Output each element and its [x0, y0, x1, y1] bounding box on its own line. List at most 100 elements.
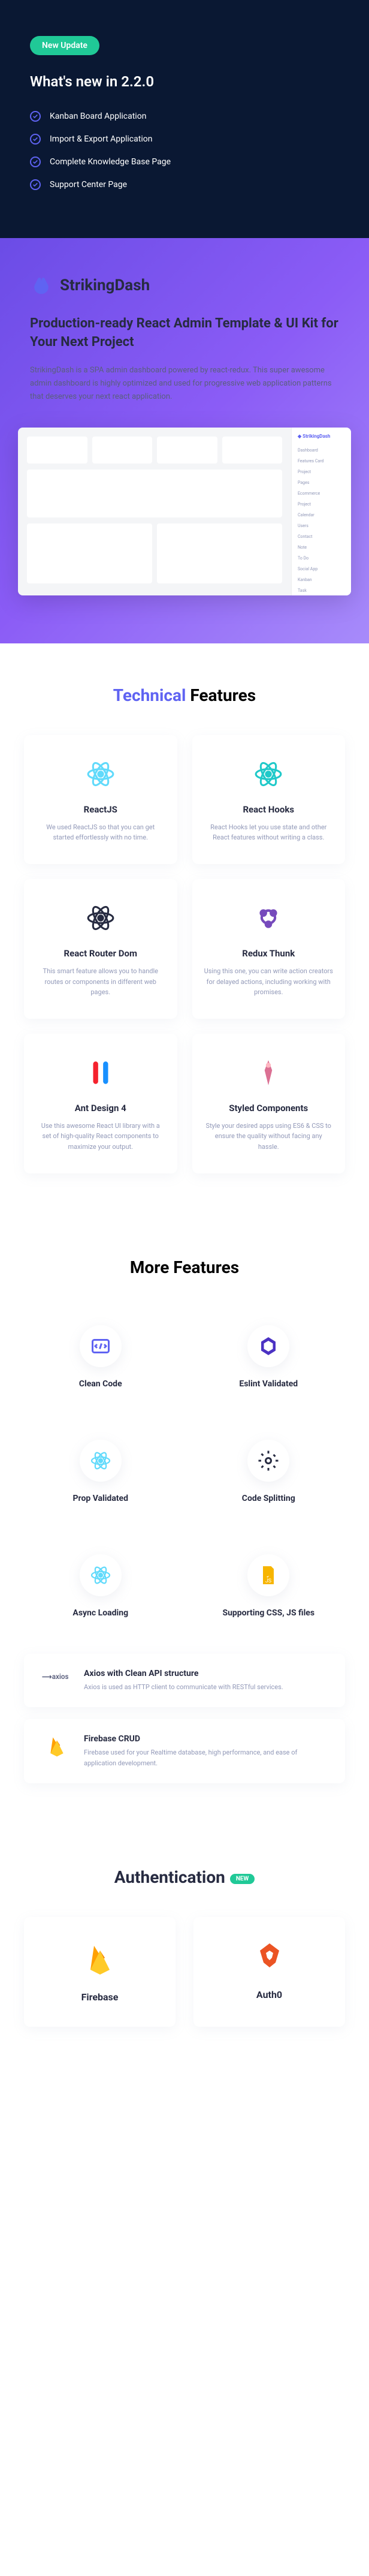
authentication-section: AuthenticationNEW Firebase Auth0 [0, 1837, 369, 2069]
logo-row: StrikingDash [0, 274, 369, 297]
wide-feature-card: Firebase CRUD Firebase used for your Real… [24, 1719, 345, 1783]
more-feature-card: Async Loading [24, 1536, 177, 1636]
section-title: AuthenticationNEW [24, 1867, 345, 1887]
preview-menu-item: Note [298, 542, 345, 553]
feature-desc: Using this one, you can write action cre… [204, 966, 334, 998]
list-item: Complete Knowledge Base Page [30, 151, 339, 173]
whats-new-list: Kanban Board Application Import & Export… [30, 105, 339, 196]
item-label: Import & Export Application [50, 134, 152, 144]
preview-menu-item: Task [298, 585, 345, 595]
feature-desc: This smart feature allows you to handle … [36, 966, 165, 998]
preview-menu-item: Ecommerce [298, 488, 345, 499]
more-features-section: More Features Clean Code Eslint Validated… [0, 1215, 369, 1838]
feature-card: ReactJS We used ReactJS so that you can g… [24, 735, 177, 864]
auth-title: Firebase [36, 1991, 164, 2003]
feature-desc: Axios is used as HTTP client to communic… [84, 1682, 283, 1693]
feature-title: React Router Dom [36, 948, 165, 959]
preview-menu-item: Users [298, 520, 345, 531]
feature-icon [247, 1440, 289, 1482]
feature-icon [80, 1554, 122, 1596]
preview-menu-item: Dashboard [298, 445, 345, 456]
preview-menu-item: Project [298, 467, 345, 477]
feature-title: Code Splitting [201, 1494, 337, 1503]
check-icon [30, 111, 41, 122]
preview-menu-item: To Do [298, 553, 345, 564]
svg-text:⟶axios: ⟶axios [42, 1672, 69, 1681]
feature-card: Styled Components Style your desired apps… [192, 1034, 346, 1173]
check-icon [30, 134, 41, 145]
auth-icon [205, 1941, 333, 1977]
feature-icon [83, 1055, 119, 1091]
list-item: Kanban Board Application [30, 105, 339, 128]
feature-card: React Hooks React Hooks let you use state… [192, 735, 346, 864]
feature-title: Prop Validated [33, 1494, 168, 1503]
preview-menu-item: Contact [298, 531, 345, 542]
feature-desc: Use this awesome React UI library with a… [36, 1121, 165, 1152]
auth-card: Firebase [24, 1917, 176, 2027]
check-icon [30, 157, 41, 167]
list-item: Support Center Page [30, 173, 339, 196]
more-feature-card: Code Splitting [192, 1422, 346, 1521]
feature-title: Eslint Validated [201, 1379, 337, 1389]
feature-icon [42, 1734, 72, 1758]
feature-icon [250, 756, 286, 792]
preview-menu-item: Calendar [298, 510, 345, 520]
feature-title: Firebase CRUD [84, 1734, 327, 1744]
preview-menu-item: Social App [298, 564, 345, 574]
auth-card: Auth0 [193, 1917, 345, 2027]
feature-title: Redux Thunk [204, 948, 334, 959]
feature-title: ReactJS [36, 804, 165, 815]
preview-menu-item: Kanban [298, 574, 345, 585]
section-title: Technical Features [24, 685, 345, 705]
feature-title: Ant Design 4 [36, 1103, 165, 1114]
product-description: StrikingDash is a SPA admin dashboard po… [0, 364, 369, 404]
feature-title: Clean Code [33, 1379, 168, 1389]
feature-card: Ant Design 4 Use this awesome React UI li… [24, 1034, 177, 1173]
preview-logo: ◆ StrikingDash [298, 434, 345, 439]
svg-text:JS: JS [265, 1578, 271, 1584]
more-feature-card: Clean Code [24, 1307, 177, 1407]
auth-icon [36, 1941, 164, 1979]
feature-icon [80, 1440, 122, 1482]
hero-title: What's new in 2.2.0 [30, 73, 339, 90]
section-title: More Features [24, 1257, 345, 1277]
more-feature-card: Eslint Validated [192, 1307, 346, 1407]
feature-icon: ⟶axios [42, 1669, 72, 1683]
more-feature-card: Prop Validated [24, 1422, 177, 1521]
feature-title: React Hooks [204, 804, 334, 815]
strikingdash-logo-icon [30, 274, 53, 297]
wide-feature-card: ⟶axios Axios with Clean API structure Axio… [24, 1654, 345, 1708]
item-label: Complete Knowledge Base Page [50, 157, 171, 167]
feature-title: Axios with Clean API structure [84, 1669, 283, 1678]
item-label: Support Center Page [50, 180, 127, 189]
logo-text: StrikingDash [60, 276, 150, 294]
feature-title: Supporting CSS, JS files [201, 1608, 337, 1618]
feature-desc: Firebase used for your Realtime database… [84, 1747, 327, 1768]
feature-desc: Style your desired apps using ES6 & CSS … [204, 1121, 334, 1152]
feature-icon [83, 756, 119, 792]
feature-icon [80, 1325, 122, 1367]
feature-desc: React Hooks let you use state and other … [204, 822, 334, 843]
feature-title: Styled Components [204, 1103, 334, 1114]
more-feature-card: JS Supporting CSS, JS files [192, 1536, 346, 1636]
feature-card: React Router Dom This smart feature allow… [24, 879, 177, 1019]
preview-menu-item: Features Card [298, 456, 345, 467]
feature-card: Redux Thunk Using this one, you can write… [192, 879, 346, 1019]
feature-icon [247, 1325, 289, 1367]
list-item: Import & Export Application [30, 128, 339, 151]
hero-section: New Update What's new in 2.2.0 Kanban Bo… [0, 0, 369, 238]
feature-desc: We used ReactJS so that you can get star… [36, 822, 165, 843]
product-headline: Production-ready React Admin Template & … [0, 315, 369, 352]
technical-features-section: Technical Features ReactJS We used ReactJ… [0, 643, 369, 1215]
feature-icon: JS [247, 1554, 289, 1596]
auth-title: Auth0 [205, 1989, 333, 2000]
feature-icon [83, 900, 119, 936]
new-update-badge: New Update [30, 36, 99, 55]
preview-menu-item: Pages [298, 477, 345, 488]
preview-menu-item: Project [298, 499, 345, 510]
feature-icon [250, 900, 286, 936]
feature-icon [250, 1055, 286, 1091]
check-icon [30, 179, 41, 190]
new-badge: NEW [230, 1874, 255, 1884]
item-label: Kanban Board Application [50, 112, 146, 121]
